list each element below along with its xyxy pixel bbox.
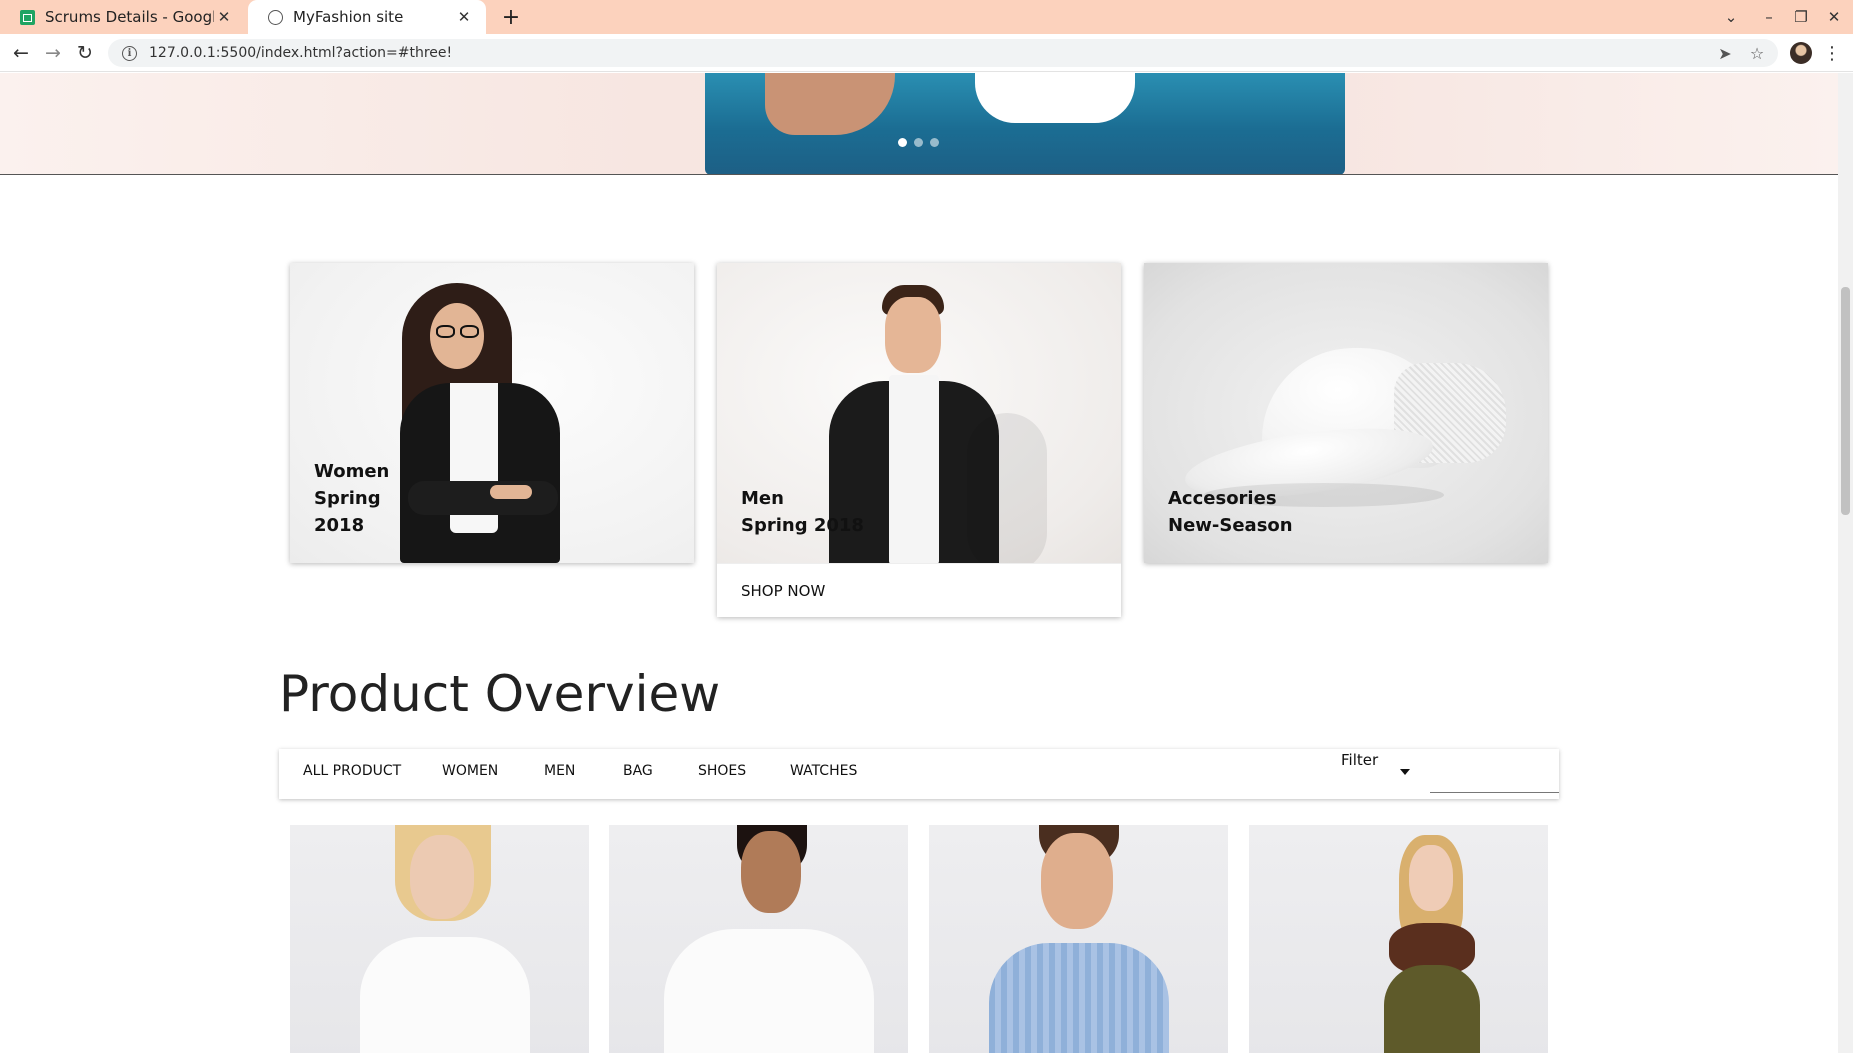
category-card-accessories[interactable]: Accesories New-Season xyxy=(1144,263,1548,563)
page-scrollbar[interactable] xyxy=(1838,73,1853,1053)
product-card[interactable] xyxy=(290,825,589,1053)
browser-toolbar: ← → ↻ i 127.0.0.1:5500/index.html?action… xyxy=(0,34,1853,72)
tab-title: MyFashion site xyxy=(293,8,404,26)
scrollbar-thumb[interactable] xyxy=(1841,287,1850,515)
slider-dots xyxy=(898,138,939,147)
tab-women[interactable]: WOMEN xyxy=(442,763,498,779)
menu-icon[interactable]: ⋮ xyxy=(1820,40,1844,66)
filter-select[interactable] xyxy=(1430,792,1559,793)
category-card-women[interactable]: Women Spring 2018 xyxy=(290,263,694,563)
send-icon[interactable]: ➤ xyxy=(1713,41,1737,65)
tab-scrums-details[interactable]: Scrums Details - Google Sheets ✕ xyxy=(0,0,246,34)
shop-now-link[interactable]: SHOP NOW xyxy=(717,563,1121,617)
profile-avatar[interactable] xyxy=(1790,42,1812,64)
info-icon[interactable]: i xyxy=(122,45,137,61)
tab-men[interactable]: MEN xyxy=(544,763,575,779)
slider-dot-1[interactable] xyxy=(898,138,907,147)
category-label: Men Spring 2018 xyxy=(741,488,864,536)
caret-down-icon[interactable] xyxy=(1400,769,1410,775)
product-card[interactable] xyxy=(609,825,908,1053)
tab-strip: Scrums Details - Google Sheets ✕ MyFashi… xyxy=(0,0,1853,34)
hero-slider xyxy=(0,73,1838,175)
forward-icon[interactable]: → xyxy=(40,40,66,66)
slider-dot-2[interactable] xyxy=(914,138,923,147)
sheets-icon xyxy=(20,9,35,25)
product-card[interactable] xyxy=(929,825,1228,1053)
tab-myfashion[interactable]: MyFashion site ✕ xyxy=(248,0,486,34)
restore-icon[interactable]: ❐ xyxy=(1788,4,1814,30)
address-bar[interactable]: i 127.0.0.1:5500/index.html?action=#thre… xyxy=(108,39,1778,67)
category-label: Women Spring 2018 xyxy=(314,461,390,536)
tab-list-icon[interactable]: ⌄ xyxy=(1718,4,1744,30)
globe-icon xyxy=(268,9,283,25)
back-icon[interactable]: ← xyxy=(8,40,34,66)
tab-watches[interactable]: WATCHES xyxy=(790,763,857,779)
section-title: Product Overview xyxy=(279,665,721,723)
tab-all-product[interactable]: ALL PRODUCT xyxy=(303,763,401,779)
url-text[interactable]: 127.0.0.1:5500/index.html?action=#three! xyxy=(149,45,452,61)
product-card[interactable] xyxy=(1249,825,1548,1053)
window-close-icon[interactable]: ✕ xyxy=(1821,4,1847,30)
close-icon[interactable]: ✕ xyxy=(454,7,474,27)
tab-shoes[interactable]: SHOES xyxy=(698,763,746,779)
new-tab-button[interactable]: + xyxy=(498,4,524,30)
page-viewport: Women Spring 2018 Men Spring 2018 SHOP N… xyxy=(0,73,1838,1053)
hero-image-shirt xyxy=(975,73,1135,123)
filter-label: Filter xyxy=(1341,751,1379,769)
category-card-men[interactable]: Men Spring 2018 SHOP NOW xyxy=(717,263,1121,617)
reload-icon[interactable]: ↻ xyxy=(72,40,98,66)
tab-bag[interactable]: BAG xyxy=(623,763,653,779)
tab-title: Scrums Details - Google Sheets xyxy=(45,8,214,26)
bookmark-star-icon[interactable]: ☆ xyxy=(1745,41,1769,65)
category-label: Accesories New-Season xyxy=(1168,488,1293,536)
close-icon[interactable]: ✕ xyxy=(214,7,234,27)
slider-dot-3[interactable] xyxy=(930,138,939,147)
product-filter-bar: ALL PRODUCT WOMEN MEN BAG SHOES WATCHES … xyxy=(279,749,1559,799)
minimize-icon[interactable]: – xyxy=(1756,4,1782,30)
